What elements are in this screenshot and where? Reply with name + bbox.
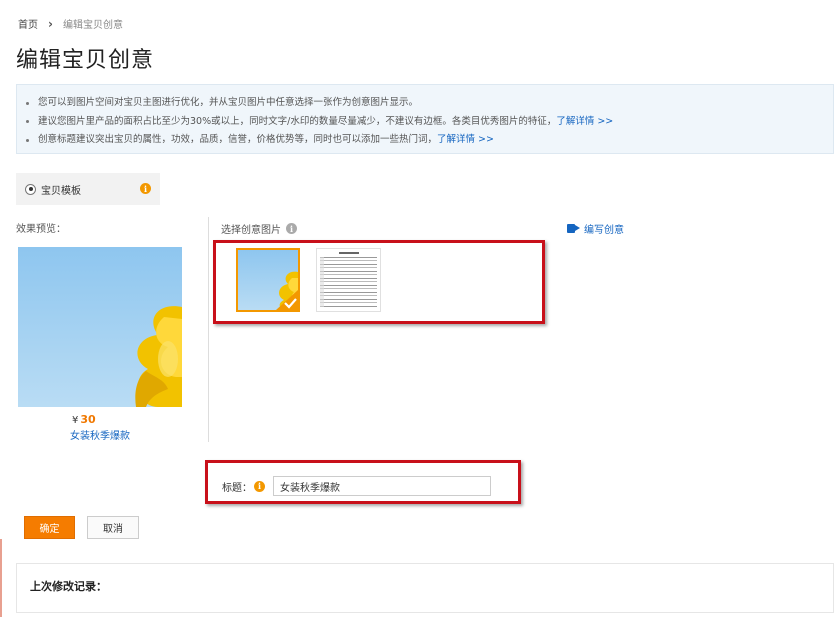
preview-image bbox=[18, 247, 182, 407]
divider bbox=[208, 217, 209, 442]
chevron-right-icon: › bbox=[48, 16, 53, 31]
history-panel: 上次修改记录： bbox=[16, 563, 834, 613]
learn-more-link[interactable]: 了解详情 >> bbox=[556, 113, 613, 132]
tip-item: 创意标题建议突出宝贝的属性，功效，品质，信誉，价格优势等，同时也可以添加一些热门… bbox=[26, 131, 833, 150]
video-camera-icon bbox=[567, 224, 580, 233]
bullet-icon bbox=[26, 101, 29, 105]
tip-text: 创意标题建议突出宝贝的属性，功效，品质，信誉，价格优势等，同时也可以添加一些热门… bbox=[38, 134, 438, 145]
breadcrumb-home-link[interactable]: 首页 bbox=[18, 16, 38, 31]
tip-text: 您可以到图片空间对宝贝主图进行优化，并从宝贝图片中任意选择一张作为创意图片显示。 bbox=[38, 97, 419, 108]
preview-card bbox=[18, 247, 182, 443]
tip-text: 建议您图片里产品的面积占比至少为30%或以上，同时文字/水印的数量尽量减少，不建… bbox=[38, 115, 557, 127]
edge-decoration bbox=[0, 539, 2, 617]
cancel-button[interactable]: 取消 bbox=[87, 516, 139, 539]
write-creative-link[interactable]: 编写创意 bbox=[567, 221, 624, 236]
history-label: 上次修改记录： bbox=[30, 580, 107, 593]
tip-item: 建议您图片里产品的面积占比至少为30%或以上，同时文字/水印的数量尽量减少，不建… bbox=[26, 113, 833, 132]
picker-label-text: 选择创意图片 bbox=[221, 225, 281, 236]
currency-symbol: ¥ bbox=[72, 415, 79, 426]
preview-label: 效果预览： bbox=[16, 224, 66, 235]
page-title: 编辑宝贝创意 bbox=[16, 48, 155, 73]
template-radio[interactable] bbox=[25, 183, 36, 195]
write-creative-label: 编写创意 bbox=[584, 225, 624, 236]
picker-label: 选择创意图片 i bbox=[221, 221, 297, 236]
confirm-button[interactable]: 确定 bbox=[24, 516, 75, 539]
info-icon[interactable]: i bbox=[140, 183, 151, 194]
template-label: 宝贝模板 bbox=[41, 185, 81, 197]
bullet-icon bbox=[26, 120, 29, 124]
tips-panel: 您可以到图片空间对宝贝主图进行优化，并从宝贝图片中任意选择一张作为创意图片显示。… bbox=[16, 84, 834, 154]
highlight-frame bbox=[205, 460, 521, 504]
product-name-link[interactable]: 女装秋季爆款 bbox=[18, 427, 182, 442]
breadcrumb-current: 编辑宝贝创意 bbox=[62, 20, 123, 31]
breadcrumb: 首页 › 编辑宝贝创意 bbox=[18, 16, 123, 32]
bullet-icon bbox=[26, 138, 29, 142]
template-option[interactable]: 宝贝模板 i bbox=[16, 173, 160, 205]
info-icon[interactable]: i bbox=[286, 223, 297, 234]
price-value: 30 bbox=[80, 413, 96, 426]
price: ¥30 bbox=[72, 413, 96, 426]
highlight-frame bbox=[213, 240, 545, 324]
flower-illustration bbox=[135, 306, 182, 407]
tip-item: 您可以到图片空间对宝贝主图进行优化，并从宝贝图片中任意选择一张作为创意图片显示。 bbox=[26, 94, 833, 113]
learn-more-link[interactable]: 了解详情 >> bbox=[437, 131, 494, 150]
